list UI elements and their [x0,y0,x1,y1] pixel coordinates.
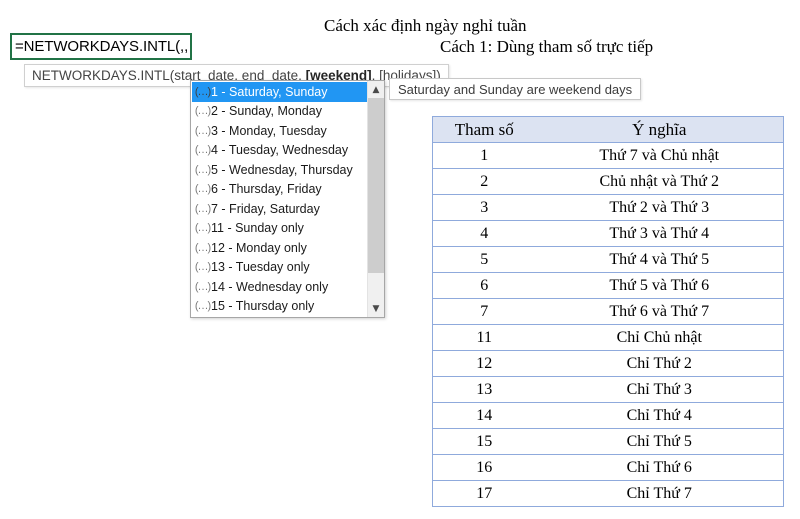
cell-meaning: Thứ 4 và Thứ 5 [535,246,784,273]
table-row: 13 Chỉ Thứ 3 [432,376,784,403]
function-value-icon: (…) [194,85,211,98]
cell-meaning: Chỉ Thứ 7 [535,480,784,507]
scrollbar-thumb[interactable] [368,98,384,273]
cell-param: 1 [432,142,536,169]
active-cell-editor[interactable]: =NETWORKDAYS.INTL(,, [10,33,192,60]
dropdown-item[interactable]: (…) 5 - Wednesday, Thursday [192,160,367,180]
cell-meaning: Chủ nhật và Thứ 2 [535,168,784,195]
cell-meaning: Thứ 2 và Thứ 3 [535,194,784,221]
cell-meaning: Chỉ Thứ 6 [535,454,784,481]
table-row: 17 Chỉ Thứ 7 [432,480,784,507]
dropdown-item-label: 4 - Tuesday, Wednesday [211,143,349,158]
cell-param: 14 [432,402,536,429]
signature-function-name: NETWORKDAYS.INTL( [32,68,175,83]
dropdown-item[interactable]: (…) 7 - Friday, Saturday [192,199,367,219]
cell-param: 12 [432,350,536,377]
table-row: 3 Thứ 2 và Thứ 3 [432,194,784,221]
table-row: 2 Chủ nhật và Thứ 2 [432,168,784,195]
cell-param: 6 [432,272,536,299]
dropdown-item-label: 11 - Sunday only [211,221,304,236]
table-row: 14 Chỉ Thứ 4 [432,402,784,429]
dropdown-list[interactable]: (…) 1 - Saturday, Sunday (…) 2 - Sunday, Mo… [191,81,367,317]
function-value-icon: (…) [194,183,211,196]
cell-param: 2 [432,168,536,195]
cell-meaning: Chỉ Thứ 3 [535,376,784,403]
formula-text: =NETWORKDAYS.INTL(,, [15,38,189,55]
dropdown-item[interactable]: (…) 13 - Tuesday only [192,258,367,278]
dropdown-item[interactable]: (…) 3 - Monday, Tuesday [192,121,367,141]
dropdown-item-label: 15 - Thursday only [211,299,315,314]
table-header-row: Tham số Ý nghĩa [432,116,784,143]
cell-meaning: Thứ 3 và Thứ 4 [535,220,784,247]
dropdown-item[interactable]: (…) 11 - Sunday only [192,219,367,239]
cell-meaning: Thứ 5 và Thứ 6 [535,272,784,299]
dropdown-item-label: 3 - Monday, Tuesday [211,123,327,138]
function-value-icon: (…) [194,124,211,137]
cell-param: 3 [432,194,536,221]
function-value-icon: (…) [194,105,211,118]
cell-param: 13 [432,376,536,403]
table-row: 12 Chỉ Thứ 2 [432,350,784,377]
dropdown-item-label: 7 - Friday, Saturday [211,201,320,216]
weekend-parameter-reference-table: Tham số Ý nghĩa 1 Thứ 7 và Chủ nhật 2 Chủ n… [432,116,784,507]
dropdown-item[interactable]: (…) 14 - Wednesday only [192,277,367,297]
cell-meaning: Chỉ Thứ 5 [535,428,784,455]
table-row: 16 Chỉ Thứ 6 [432,454,784,481]
function-value-icon: (…) [194,280,211,293]
dropdown-item-label: 1 - Saturday, Sunday [211,84,328,99]
table-row: 15 Chỉ Thứ 5 [432,428,784,455]
function-value-icon: (…) [194,144,211,157]
cell-param: 4 [432,220,536,247]
table-row: 5 Thứ 4 và Thứ 5 [432,246,784,273]
table-row: 11 Chỉ Chủ nhật [432,324,784,351]
dropdown-item-label: 5 - Wednesday, Thursday [211,162,353,177]
table-row: 1 Thứ 7 và Chủ nhật [432,142,784,169]
dropdown-item[interactable]: (…) 12 - Monday only [192,238,367,258]
cell-param: 7 [432,298,536,325]
dropdown-item-label: 6 - Thursday, Friday [211,182,322,197]
table-row: 7 Thứ 6 và Thứ 7 [432,298,784,325]
cell-param: 16 [432,454,536,481]
weekend-argument-dropdown[interactable]: (…) 1 - Saturday, Sunday (…) 2 - Sunday, Mo… [190,80,385,318]
cell-param: 11 [432,324,536,351]
page-title: Cách xác định ngày nghỉ tuần [324,16,527,35]
titles-block: Cách xác định ngày nghỉ tuần Cách 1: Dùn… [300,16,760,58]
cell-meaning: Chỉ Thứ 4 [535,402,784,429]
page-subtitle: Cách 1: Dùng tham số trực tiếp [440,37,654,56]
dropdown-item[interactable]: (…) 15 - Thursday only [192,297,367,317]
column-header-param: Tham số [432,116,536,143]
chevron-up-icon[interactable]: ▲ [368,81,384,98]
chevron-down-icon[interactable]: ▼ [368,300,384,317]
cell-param: 17 [432,480,536,507]
dropdown-item[interactable]: (…) 4 - Tuesday, Wednesday [192,141,367,161]
cell-meaning: Thứ 7 và Chủ nhật [535,142,784,169]
function-value-icon: (…) [194,300,211,313]
function-value-icon: (…) [194,222,211,235]
function-value-icon: (…) [194,202,211,215]
function-value-icon: (…) [194,261,211,274]
dropdown-item-label: 13 - Tuesday only [211,260,310,275]
cell-param: 5 [432,246,536,273]
dropdown-scrollbar[interactable]: ▲ ▼ [367,81,384,317]
dropdown-item-label: 2 - Sunday, Monday [211,104,322,119]
function-value-icon: (…) [194,163,211,176]
dropdown-item[interactable]: (…) 1 - Saturday, Sunday [192,82,367,102]
cell-meaning: Thứ 6 và Thứ 7 [535,298,784,325]
column-header-meaning: Ý nghĩa [535,116,784,143]
table-row: 4 Thứ 3 và Thứ 4 [432,220,784,247]
table-body: 1 Thứ 7 và Chủ nhật 2 Chủ nhật và Thứ 2 3 Thứ… [432,142,784,507]
dropdown-item-label: 12 - Monday only [211,240,307,255]
dropdown-item[interactable]: (…) 2 - Sunday, Monday [192,102,367,122]
cell-meaning: Chỉ Chủ nhật [535,324,784,351]
dropdown-item-label: 14 - Wednesday only [211,279,329,294]
table-row: 6 Thứ 5 và Thứ 6 [432,272,784,299]
function-value-icon: (…) [194,241,211,254]
dropdown-item[interactable]: (…) 6 - Thursday, Friday [192,180,367,200]
argument-description-tooltip: Saturday and Sunday are weekend days [389,78,642,100]
cell-param: 15 [432,428,536,455]
cell-meaning: Chỉ Thứ 2 [535,350,784,377]
argument-description-text: Saturday and Sunday are weekend days [398,81,633,97]
